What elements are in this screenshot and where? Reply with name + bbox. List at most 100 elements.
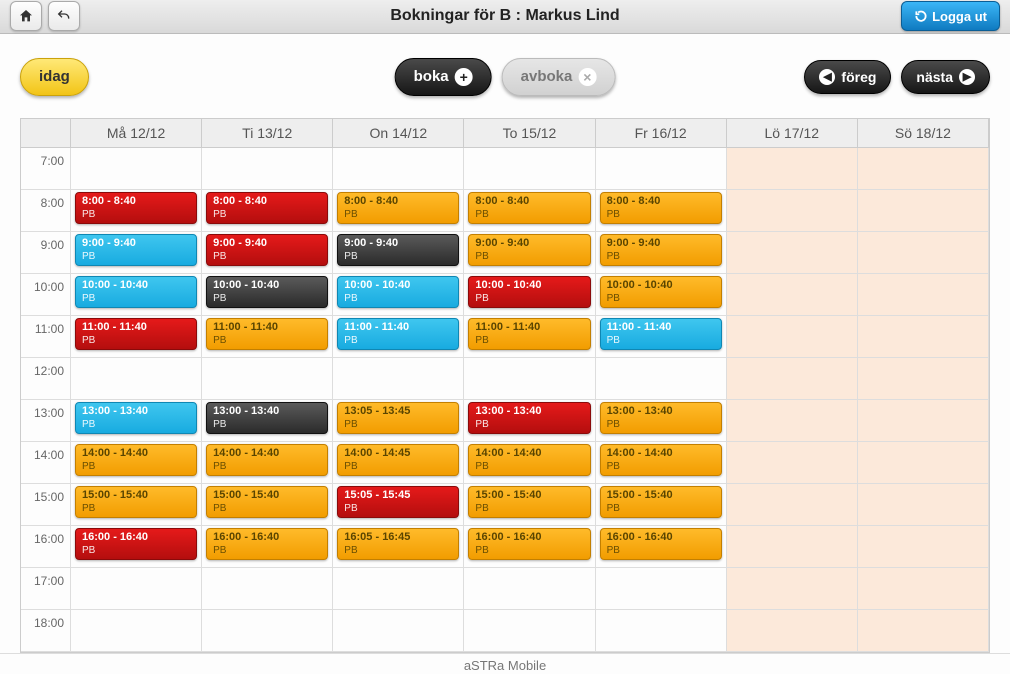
booking-event[interactable]: 10:00 - 10:40PB xyxy=(468,276,590,308)
calendar-cell[interactable] xyxy=(858,190,989,232)
calendar-cell[interactable]: 8:00 - 8:40PB xyxy=(596,190,727,232)
calendar-cell[interactable]: 9:00 - 9:40PB xyxy=(333,232,464,274)
booking-event[interactable]: 15:00 - 15:40PB xyxy=(75,486,197,518)
booking-event[interactable]: 15:00 - 15:40PB xyxy=(206,486,328,518)
calendar-cell[interactable] xyxy=(858,400,989,442)
calendar-cell[interactable] xyxy=(596,148,727,190)
booking-event[interactable]: 8:00 - 8:40PB xyxy=(468,192,590,224)
calendar-cell[interactable] xyxy=(858,568,989,610)
calendar-cell[interactable] xyxy=(333,148,464,190)
booking-event[interactable]: 9:00 - 9:40PB xyxy=(600,234,722,266)
booking-event[interactable]: 14:00 - 14:40PB xyxy=(600,444,722,476)
calendar-cell[interactable]: 16:05 - 16:45PB xyxy=(333,526,464,568)
calendar-cell[interactable] xyxy=(727,148,858,190)
calendar-cell[interactable]: 11:00 - 11:40PB xyxy=(464,316,595,358)
booking-event[interactable]: 13:00 - 13:40PB xyxy=(468,402,590,434)
booking-event[interactable]: 14:00 - 14:40PB xyxy=(206,444,328,476)
calendar-cell[interactable]: 11:00 - 11:40PB xyxy=(333,316,464,358)
calendar-cell[interactable]: 9:00 - 9:40PB xyxy=(596,232,727,274)
calendar-cell[interactable]: 8:00 - 8:40PB xyxy=(464,190,595,232)
booking-event[interactable]: 13:00 - 13:40PB xyxy=(600,402,722,434)
calendar-cell[interactable]: 11:00 - 11:40PB xyxy=(596,316,727,358)
calendar-cell[interactable]: 13:00 - 13:40PB xyxy=(202,400,333,442)
today-button[interactable]: idag xyxy=(20,58,89,96)
next-button[interactable]: nästa ▶ xyxy=(901,60,990,94)
booking-event[interactable]: 10:00 - 10:40PB xyxy=(206,276,328,308)
calendar-cell[interactable] xyxy=(858,484,989,526)
calendar-cell[interactable]: 15:00 - 15:40PB xyxy=(464,484,595,526)
booking-event[interactable]: 8:00 - 8:40PB xyxy=(75,192,197,224)
calendar-cell[interactable] xyxy=(596,358,727,400)
calendar-cell[interactable] xyxy=(858,232,989,274)
booking-event[interactable]: 8:00 - 8:40PB xyxy=(337,192,459,224)
calendar-cell[interactable]: 15:05 - 15:45PB xyxy=(333,484,464,526)
calendar-cell[interactable] xyxy=(727,232,858,274)
calendar-cell[interactable]: 11:00 - 11:40PB xyxy=(202,316,333,358)
calendar-cell[interactable] xyxy=(727,274,858,316)
calendar-cell[interactable]: 10:00 - 10:40PB xyxy=(202,274,333,316)
booking-event[interactable]: 11:00 - 11:40PB xyxy=(75,318,197,350)
calendar-cell[interactable]: 15:00 - 15:40PB xyxy=(596,484,727,526)
booking-event[interactable]: 13:00 - 13:40PB xyxy=(206,402,328,434)
calendar-cell[interactable] xyxy=(858,148,989,190)
calendar-cell[interactable]: 10:00 - 10:40PB xyxy=(464,274,595,316)
calendar-cell[interactable] xyxy=(464,358,595,400)
calendar-cell[interactable] xyxy=(333,358,464,400)
calendar-cell[interactable] xyxy=(202,358,333,400)
booking-event[interactable]: 16:00 - 16:40PB xyxy=(600,528,722,560)
calendar-cell[interactable] xyxy=(858,442,989,484)
cancel-button[interactable]: avboka × xyxy=(502,58,616,96)
calendar-cell[interactable]: 8:00 - 8:40PB xyxy=(71,190,202,232)
calendar-cell[interactable]: 10:00 - 10:40PB xyxy=(333,274,464,316)
calendar-cell[interactable] xyxy=(727,484,858,526)
calendar-cell[interactable] xyxy=(727,610,858,652)
calendar-cell[interactable]: 10:00 - 10:40PB xyxy=(596,274,727,316)
logout-button[interactable]: Logga ut xyxy=(901,1,1000,31)
calendar-cell[interactable]: 14:00 - 14:40PB xyxy=(464,442,595,484)
calendar-cell[interactable] xyxy=(858,316,989,358)
calendar-cell[interactable]: 14:00 - 14:40PB xyxy=(202,442,333,484)
calendar-cell[interactable]: 15:00 - 15:40PB xyxy=(202,484,333,526)
calendar-cell[interactable] xyxy=(727,190,858,232)
booking-event[interactable]: 8:00 - 8:40PB xyxy=(600,192,722,224)
calendar-cell[interactable]: 8:00 - 8:40PB xyxy=(333,190,464,232)
booking-event[interactable]: 8:00 - 8:40PB xyxy=(206,192,328,224)
calendar-cell[interactable]: 9:00 - 9:40PB xyxy=(71,232,202,274)
booking-event[interactable]: 10:00 - 10:40PB xyxy=(600,276,722,308)
calendar-cell[interactable]: 16:00 - 16:40PB xyxy=(464,526,595,568)
calendar-cell[interactable] xyxy=(71,568,202,610)
calendar-cell[interactable] xyxy=(464,610,595,652)
booking-event[interactable]: 11:00 - 11:40PB xyxy=(468,318,590,350)
booking-event[interactable]: 9:00 - 9:40PB xyxy=(337,234,459,266)
calendar-cell[interactable]: 14:00 - 14:40PB xyxy=(71,442,202,484)
calendar-cell[interactable] xyxy=(727,568,858,610)
booking-event[interactable]: 15:00 - 15:40PB xyxy=(600,486,722,518)
calendar-cell[interactable] xyxy=(596,568,727,610)
calendar-cell[interactable] xyxy=(727,400,858,442)
booking-event[interactable]: 10:00 - 10:40PB xyxy=(75,276,197,308)
calendar-cell[interactable]: 9:00 - 9:40PB xyxy=(202,232,333,274)
calendar-cell[interactable]: 16:00 - 16:40PB xyxy=(71,526,202,568)
back-button[interactable] xyxy=(48,1,80,31)
calendar-cell[interactable] xyxy=(596,610,727,652)
calendar-cell[interactable] xyxy=(202,568,333,610)
calendar-cell[interactable] xyxy=(333,568,464,610)
calendar-cell[interactable]: 14:00 - 14:40PB xyxy=(596,442,727,484)
calendar-cell[interactable] xyxy=(71,610,202,652)
prev-button[interactable]: ◀ föreg xyxy=(804,60,891,94)
booking-event[interactable]: 11:00 - 11:40PB xyxy=(206,318,328,350)
calendar-cell[interactable] xyxy=(333,610,464,652)
calendar-cell[interactable]: 11:00 - 11:40PB xyxy=(71,316,202,358)
booking-event[interactable]: 16:00 - 16:40PB xyxy=(468,528,590,560)
booking-event[interactable]: 16:05 - 16:45PB xyxy=(337,528,459,560)
calendar-cell[interactable] xyxy=(858,526,989,568)
booking-event[interactable]: 16:00 - 16:40PB xyxy=(206,528,328,560)
calendar-cell[interactable] xyxy=(202,148,333,190)
booking-event[interactable]: 9:00 - 9:40PB xyxy=(206,234,328,266)
booking-event[interactable]: 15:00 - 15:40PB xyxy=(468,486,590,518)
booking-event[interactable]: 14:00 - 14:40PB xyxy=(75,444,197,476)
booking-event[interactable]: 14:00 - 14:45PB xyxy=(337,444,459,476)
calendar-cell[interactable] xyxy=(202,610,333,652)
booking-event[interactable]: 16:00 - 16:40PB xyxy=(75,528,197,560)
calendar-cell[interactable]: 13:00 - 13:40PB xyxy=(464,400,595,442)
